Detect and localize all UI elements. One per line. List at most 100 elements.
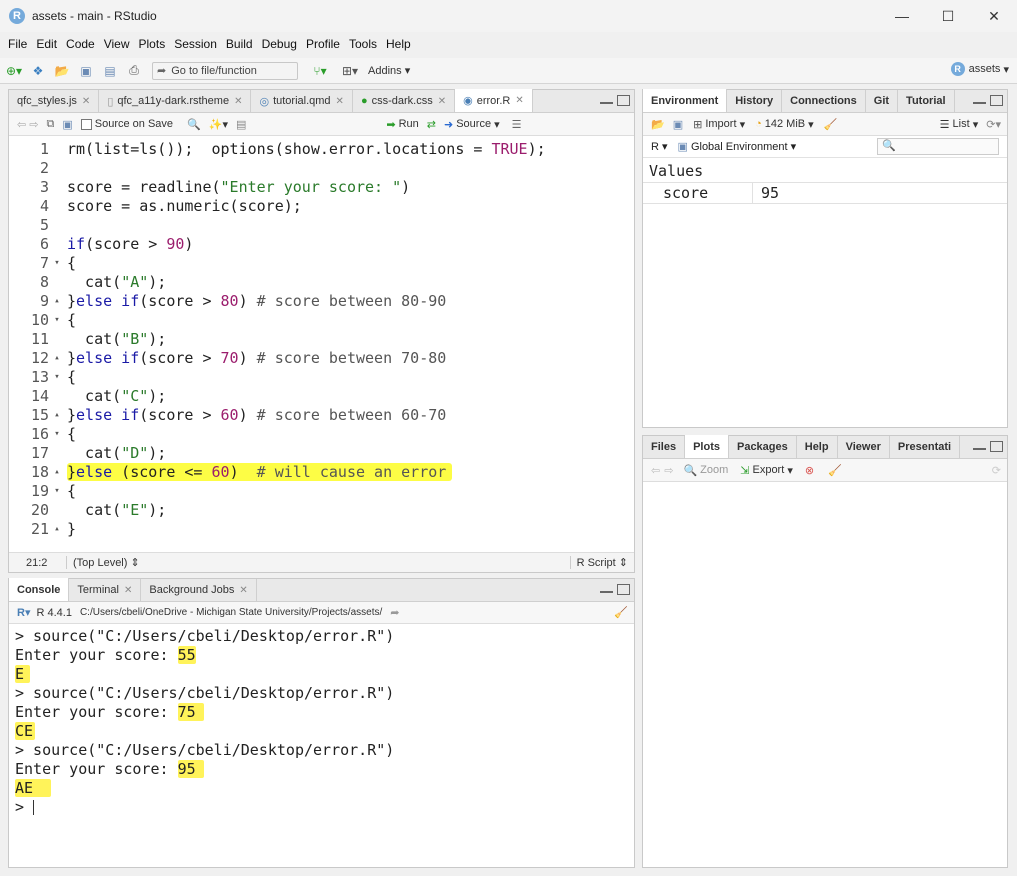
close-tab-icon[interactable]: ✕ — [438, 96, 446, 107]
close-tab-icon[interactable]: ✕ — [234, 96, 242, 107]
tab-help[interactable]: Help — [796, 436, 838, 458]
menu-view[interactable]: View — [104, 37, 130, 51]
file-type-selector[interactable]: R Script ⇕ — [569, 556, 634, 569]
clear-console-icon[interactable]: 🧹 — [614, 606, 628, 619]
menu-code[interactable]: Code — [66, 37, 95, 51]
compile-report-icon[interactable]: ▤ — [236, 118, 246, 131]
clear-workspace-icon[interactable]: 🧹 — [824, 118, 838, 131]
version-control-icon[interactable]: ⑂▾ — [310, 62, 330, 80]
open-file-icon[interactable]: 📂 — [52, 62, 72, 80]
menu-session[interactable]: Session — [174, 37, 217, 51]
tab-environment[interactable]: Environment — [643, 89, 728, 112]
close-button[interactable]: ✕ — [971, 0, 1017, 32]
maximize-pane-icon[interactable] — [617, 95, 630, 106]
close-tab-icon[interactable]: ✕ — [515, 95, 523, 106]
tab-presentation[interactable]: Presentati — [889, 436, 961, 458]
menu-plots[interactable]: Plots — [139, 37, 166, 51]
search-icon[interactable]: 🔍 — [187, 118, 201, 131]
refresh-plot-icon[interactable]: ⟳ — [992, 464, 1001, 477]
tab-git[interactable]: Git — [865, 90, 899, 112]
console-output[interactable]: > source("C:/Users/cbeli/Desktop/error.R… — [15, 627, 634, 867]
addins-menu[interactable]: Addins ▾ — [368, 64, 410, 77]
export-button[interactable]: ⇲ Export ▾ — [740, 464, 793, 477]
environment-search-input[interactable]: 🔍 — [877, 138, 999, 155]
refresh-icon[interactable]: ⟳▾ — [986, 118, 1001, 131]
source-on-save-checkbox[interactable]: Source on Save — [80, 118, 173, 130]
tab-connections[interactable]: Connections — [782, 90, 866, 112]
project-menu[interactable]: R assets ▾ — [950, 62, 1009, 76]
tab-files[interactable]: Files — [643, 436, 686, 458]
menu-file[interactable]: File — [8, 37, 27, 51]
clear-plots-icon[interactable]: 🧹 — [828, 464, 842, 477]
fold-marker[interactable]: ▾ — [49, 315, 65, 325]
console-prompt[interactable]: > — [15, 798, 35, 817]
pane-layout-icon[interactable]: ⊞▾ — [340, 62, 360, 80]
code-editor[interactable]: 1 rm(list=ls()); options(show.error.locat… — [9, 137, 634, 546]
save-workspace-icon[interactable]: ▣ — [673, 118, 683, 131]
maximize-pane-icon[interactable] — [990, 95, 1003, 106]
menu-help[interactable]: Help — [386, 37, 411, 51]
fold-marker[interactable]: ▴ — [49, 353, 65, 363]
menu-debug[interactable]: Debug — [262, 37, 297, 51]
save-editor-icon[interactable]: ▣ — [62, 118, 72, 131]
tab-tutorial[interactable]: Tutorial — [898, 90, 955, 112]
import-dataset-button[interactable]: ⊞ Import ▾ — [693, 118, 745, 131]
fold-marker[interactable]: ▴ — [49, 524, 65, 534]
rerun-icon[interactable]: ⇄ — [427, 118, 436, 131]
go-to-directory-icon[interactable]: ➦ — [390, 606, 399, 619]
tab-packages[interactable]: Packages — [728, 436, 797, 458]
source-button[interactable]: ➜ Source ▾ — [444, 118, 500, 131]
tab-history[interactable]: History — [727, 90, 783, 112]
memory-usage-button[interactable]: ◔ 142 MiB ▾ — [755, 118, 814, 131]
maximize-pane-icon[interactable] — [617, 584, 630, 595]
minimize-pane-icon[interactable] — [973, 441, 986, 450]
maximize-button[interactable]: ☐ — [925, 0, 971, 32]
goto-file-input[interactable]: ➦ Go to file/function — [152, 61, 298, 80]
save-all-icon[interactable]: ▤ — [100, 62, 120, 80]
save-icon[interactable]: ▣ — [76, 62, 96, 80]
tab-qfc-styles[interactable]: qfc_styles.js ✕ — [9, 90, 100, 112]
tab-viewer[interactable]: Viewer — [837, 436, 890, 458]
tab-tutorial-qmd[interactable]: ◎ tutorial.qmd ✕ — [251, 90, 353, 112]
new-file-icon[interactable]: ⊕▾ — [4, 62, 24, 80]
scope-selector[interactable]: ▣ Global Environment ▾ — [678, 140, 797, 153]
fold-marker[interactable]: ▾ — [49, 429, 65, 439]
tab-console[interactable]: Console — [9, 578, 70, 601]
load-workspace-icon[interactable]: 📂 — [651, 118, 665, 131]
menu-edit[interactable]: Edit — [36, 37, 57, 51]
tab-background-jobs[interactable]: Background Jobs ✕ — [141, 579, 257, 601]
scope-selector[interactable]: (Top Level) ⇕ — [66, 556, 140, 569]
show-in-window-icon[interactable]: ⧉ — [47, 118, 55, 131]
view-mode-button[interactable]: ☰ List ▾ — [940, 118, 979, 131]
next-plot-icon[interactable]: ⇨ — [664, 464, 673, 477]
print-icon[interactable]: ⎙ — [124, 62, 144, 80]
minimize-pane-icon[interactable] — [600, 584, 613, 593]
zoom-button[interactable]: 🔍 Zoom — [683, 464, 728, 477]
remove-plot-icon[interactable]: ⊗ — [805, 464, 814, 477]
back-forward-icon[interactable]: ⇦ ⇨ — [17, 118, 39, 131]
tab-css-dark[interactable]: ● css-dark.css ✕ — [352, 90, 456, 112]
working-directory[interactable]: C:/Users/cbeli/OneDrive - Michigan State… — [80, 607, 382, 618]
fold-marker[interactable]: ▴ — [49, 467, 65, 477]
close-tab-icon[interactable]: ✕ — [82, 96, 90, 107]
fold-marker[interactable]: ▴ — [49, 410, 65, 420]
fold-marker[interactable]: ▾ — [49, 258, 65, 268]
run-button[interactable]: ➡ Run — [386, 118, 418, 131]
code-tools-icon[interactable]: ✨▾ — [209, 118, 228, 131]
close-tab-icon[interactable]: ✕ — [336, 96, 344, 107]
tab-terminal[interactable]: Terminal ✕ — [69, 579, 142, 601]
fold-marker[interactable]: ▾ — [49, 372, 65, 382]
tab-qfc-rstheme[interactable]: ▯ qfc_a11y-dark.rstheme ✕ — [99, 90, 252, 112]
menu-build[interactable]: Build — [226, 37, 253, 51]
minimize-button[interactable]: — — [879, 0, 925, 32]
previous-plot-icon[interactable]: ⇦ — [651, 464, 660, 477]
fold-marker[interactable]: ▾ — [49, 486, 65, 496]
fold-marker[interactable]: ▴ — [49, 296, 65, 306]
tab-plots[interactable]: Plots — [685, 435, 729, 458]
outline-icon[interactable]: ☰ — [512, 118, 522, 131]
new-project-icon[interactable]: ❖ — [28, 62, 48, 80]
minimize-pane-icon[interactable] — [600, 95, 613, 104]
menu-profile[interactable]: Profile — [306, 37, 340, 51]
language-selector[interactable]: R ▾ — [651, 140, 668, 153]
close-tab-icon[interactable]: ✕ — [239, 585, 247, 596]
